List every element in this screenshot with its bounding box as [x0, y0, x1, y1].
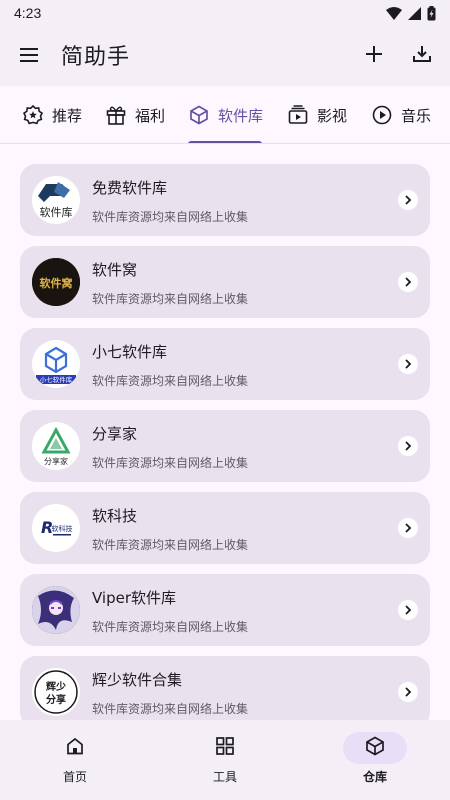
item-description: 软件库资源均来自网络上收集 — [92, 702, 249, 716]
app-logo: 分享家 — [32, 422, 80, 470]
category-tabs: 推荐 福利 软件库 影视 音乐 — [0, 86, 450, 144]
app-bar: 简助手 — [0, 26, 450, 86]
nav-tools[interactable]: 工具 — [175, 720, 275, 800]
svg-text:分享家: 分享家 — [44, 456, 68, 466]
add-button[interactable] — [362, 44, 386, 68]
tab-music[interactable]: 音乐 — [371, 86, 432, 143]
tab-label: 福利 — [135, 106, 166, 125]
plus-icon — [366, 46, 382, 66]
nav-pill — [193, 732, 257, 764]
item-title: 软科技 — [92, 507, 138, 525]
hamburger-menu-icon — [20, 47, 38, 66]
svg-text:小七软件库: 小七软件库 — [40, 375, 73, 384]
tab-label: 推荐 — [52, 106, 83, 125]
tab-recommend[interactable]: 推荐 — [22, 86, 83, 143]
list-item[interactable]: 分享家 分享家 软件库资源均来自网络上收集 — [20, 410, 430, 482]
tab-label: 软件库 — [218, 106, 264, 125]
package-box-icon — [365, 736, 385, 760]
star-badge-icon — [22, 104, 44, 126]
gift-icon — [105, 104, 127, 126]
list-item[interactable]: 软件窝 软件窝 软件库资源均来自网络上收集 — [20, 246, 430, 318]
bottom-navigation: 首页 工具 仓库 — [0, 720, 450, 800]
app-logo: R 软科技 — [32, 504, 80, 552]
status-bar: 4:23 — [0, 0, 450, 26]
item-title: 小七软件库 — [92, 343, 168, 361]
chevron-right-icon[interactable] — [398, 600, 418, 620]
battery-icon — [427, 5, 436, 21]
item-title: 辉少软件合集 — [92, 671, 183, 689]
download-icon — [413, 45, 431, 67]
tab-software-library[interactable]: 软件库 — [188, 86, 264, 143]
video-playlist-icon — [287, 104, 309, 126]
menu-button[interactable] — [16, 42, 42, 70]
nav-warehouse[interactable]: 仓库 — [325, 720, 425, 800]
list-item[interactable]: 小七软件库 小七软件库 软件库资源均来自网络上收集 — [20, 328, 430, 400]
app-logo: 软件库 — [32, 176, 80, 224]
app-logo — [32, 586, 80, 634]
item-title: 免费软件库 — [92, 179, 168, 197]
list-item[interactable]: 软件库 免费软件库 软件库资源均来自网络上收集 — [20, 164, 430, 236]
home-icon — [65, 736, 85, 760]
list-item[interactable]: Viper软件库 软件库资源均来自网络上收集 — [20, 574, 430, 646]
app-logo: 辉少 分享 — [32, 668, 80, 716]
item-title: 软件窝 — [92, 261, 138, 279]
list-item[interactable]: R 软科技 软科技 软件库资源均来自网络上收集 — [20, 492, 430, 564]
tab-label: 音乐 — [401, 106, 432, 125]
chevron-right-icon[interactable] — [398, 682, 418, 702]
chevron-right-icon[interactable] — [398, 190, 418, 210]
svg-text:软件库: 软件库 — [40, 205, 73, 219]
play-circle-icon — [371, 104, 393, 126]
item-description: 软件库资源均来自网络上收集 — [92, 620, 249, 634]
page-title: 简助手 — [61, 45, 131, 70]
tab-video[interactable]: 影视 — [287, 86, 348, 143]
tab-welfare[interactable]: 福利 — [105, 86, 166, 143]
svg-text:分享: 分享 — [46, 693, 66, 706]
app-logo: 软件窝 — [32, 258, 80, 306]
status-icons — [386, 5, 436, 21]
svg-text:辉少: 辉少 — [46, 680, 66, 693]
nav-label: 首页 — [62, 770, 87, 784]
svg-text:软科技: 软科技 — [52, 524, 73, 533]
grid-icon — [215, 736, 235, 760]
svg-text:软件窝: 软件窝 — [40, 276, 73, 290]
chevron-right-icon[interactable] — [398, 436, 418, 456]
status-time: 4:23 — [14, 5, 42, 21]
nav-label: 工具 — [212, 770, 237, 784]
item-description: 软件库资源均来自网络上收集 — [92, 210, 249, 224]
chevron-right-icon[interactable] — [398, 354, 418, 374]
nav-home[interactable]: 首页 — [25, 720, 125, 800]
list-item[interactable]: 辉少 分享 辉少软件合集 软件库资源均来自网络上收集 — [20, 656, 430, 720]
signal-icon — [408, 6, 421, 20]
item-description: 软件库资源均来自网络上收集 — [92, 292, 249, 306]
wifi-icon — [386, 6, 402, 20]
nav-pill — [343, 732, 407, 764]
item-description: 软件库资源均来自网络上收集 — [92, 456, 249, 470]
chevron-right-icon[interactable] — [398, 518, 418, 538]
item-description: 软件库资源均来自网络上收集 — [92, 538, 249, 552]
package-box-icon — [188, 104, 210, 126]
software-list: 软件库 免费软件库 软件库资源均来自网络上收集 软件窝 软件窝 软件库资源均来自… — [0, 144, 450, 720]
nav-label: 仓库 — [362, 770, 387, 784]
nav-pill — [43, 732, 107, 764]
item-title: Viper软件库 — [92, 589, 177, 607]
item-title: 分享家 — [92, 425, 138, 443]
download-button[interactable] — [410, 44, 434, 68]
item-description: 软件库资源均来自网络上收集 — [92, 374, 249, 388]
app-logo: 小七软件库 — [32, 340, 80, 388]
chevron-right-icon[interactable] — [398, 272, 418, 292]
tab-label: 影视 — [317, 106, 348, 125]
